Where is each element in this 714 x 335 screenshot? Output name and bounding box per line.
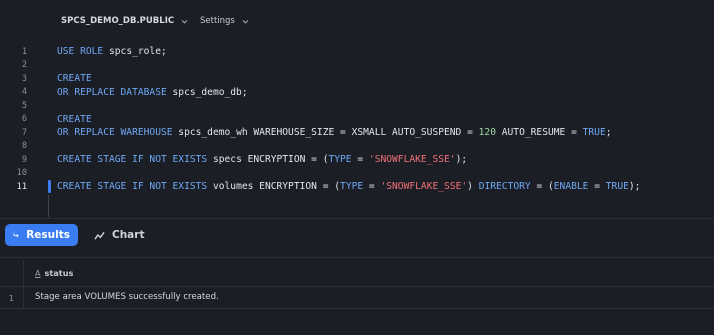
worksheet-topbar: SPCS_DEMO_DB.PUBLIC Settings	[0, 0, 714, 38]
sql-keyword: CREATE STAGE IF NOT EXISTS	[57, 154, 208, 166]
sql-keyword: OR REPLACE WAREHOUSE	[57, 127, 173, 139]
sql-keyword: ENABLE	[553, 181, 589, 193]
tab-chart-label: Chart	[112, 229, 145, 241]
line-number: 4	[21, 87, 27, 98]
sql-text: =	[363, 181, 381, 193]
code-line: 2	[0, 59, 714, 72]
sql-keyword: OR REPLACE DATABASE	[57, 86, 167, 98]
code-line: 10	[0, 167, 714, 180]
chevron-down-icon	[181, 19, 188, 24]
line-number: 11	[16, 181, 27, 192]
sql-editor[interactable]: 1 USE ROLE spcs_role; 2 3 CREATE 4 OR RE…	[0, 38, 714, 218]
sql-text: specs ENCRYPTION = (	[207, 154, 329, 166]
sql-text: spcs_demo_wh WAREHOUSE_SIZE = XSMALL AUT…	[172, 127, 479, 139]
tab-results-label: Results	[26, 229, 70, 241]
code-line: 4 OR REPLACE DATABASE spcs_demo_db;	[0, 86, 714, 99]
sql-keyword: CREATE	[57, 113, 92, 125]
sql-text: );	[628, 181, 641, 193]
sql-keyword: CREATE	[57, 73, 92, 85]
column-header-status[interactable]: A status	[35, 268, 73, 278]
return-arrow-icon	[13, 232, 19, 237]
sql-text: spcs_demo_db;	[166, 86, 248, 98]
sql-text: spcs_role;	[103, 46, 167, 58]
column-header-label: status	[44, 268, 74, 278]
sql-text: AUTO_RESUME =	[495, 127, 583, 139]
code-line: 6 CREATE	[0, 113, 714, 126]
line-number: 1	[21, 46, 27, 57]
chevron-down-icon	[242, 19, 249, 24]
result-tabs: Results Chart	[0, 219, 714, 257]
line-number: 8	[21, 141, 27, 152]
sql-keyword: DIRECTORY	[478, 181, 531, 193]
code-line: 1 USE ROLE spcs_role;	[0, 45, 714, 58]
line-number: 5	[21, 100, 27, 111]
grid-divider	[0, 257, 714, 258]
sql-text: =	[588, 181, 606, 193]
sql-text: ;	[605, 127, 612, 139]
row-number-header	[0, 260, 24, 287]
sql-keyword: TRUE	[582, 127, 606, 139]
code-line: 9 CREATE STAGE IF NOT EXISTS specs ENCRY…	[0, 153, 714, 166]
settings-dropdown[interactable]: Settings	[200, 14, 249, 28]
line-number: 2	[21, 60, 27, 71]
editor-caret-guide	[48, 195, 49, 217]
sql-keyword: TRUE	[605, 181, 629, 193]
sql-string: 'SNOWFLAKE_SSE'	[368, 154, 456, 166]
line-number: 3	[21, 73, 27, 84]
sql-keyword: TYPE	[340, 181, 364, 193]
code-line: 5	[0, 99, 714, 112]
sql-text: =	[351, 154, 369, 166]
line-number: 6	[21, 114, 27, 125]
sql-keyword: TYPE	[328, 154, 352, 166]
code-line: 8	[0, 140, 714, 153]
grid-header-row: A status	[0, 260, 714, 287]
table-row[interactable]: 1 Stage area VOLUMES successfully create…	[0, 287, 714, 309]
tab-results[interactable]: Results	[5, 224, 78, 246]
database-context-selector[interactable]: SPCS_DEMO_DB.PUBLIC	[61, 14, 188, 28]
text-type-icon: A	[35, 268, 41, 278]
line-number: 10	[16, 168, 27, 179]
row-number: 1	[0, 287, 24, 309]
code-line-active: 11 CREATE STAGE IF NOT EXISTS volumes EN…	[0, 180, 714, 193]
sql-text: )	[467, 181, 479, 193]
sql-text: volumes ENCRYPTION = (	[207, 181, 341, 193]
sql-keyword: CREATE STAGE IF NOT EXISTS	[57, 181, 208, 193]
line-number: 9	[21, 154, 27, 165]
sql-keyword: USE ROLE	[57, 46, 104, 58]
sql-number: 120	[478, 127, 496, 139]
line-number: 7	[21, 127, 27, 138]
status-cell[interactable]: Stage area VOLUMES successfully created.	[35, 292, 219, 302]
settings-label: Settings	[200, 16, 235, 26]
sql-string: 'SNOWFLAKE_SSE'	[380, 181, 468, 193]
code-line: 7 OR REPLACE WAREHOUSE spcs_demo_wh WARE…	[0, 126, 714, 139]
sql-text: );	[455, 154, 468, 166]
results-grid: A status 1 Stage area VOLUMES successful…	[0, 257, 714, 335]
sql-text: = (	[530, 181, 554, 193]
line-chart-icon	[94, 231, 105, 240]
code-line: 3 CREATE	[0, 72, 714, 85]
database-context-label: SPCS_DEMO_DB.PUBLIC	[61, 16, 175, 26]
tab-chart[interactable]: Chart	[86, 224, 152, 246]
